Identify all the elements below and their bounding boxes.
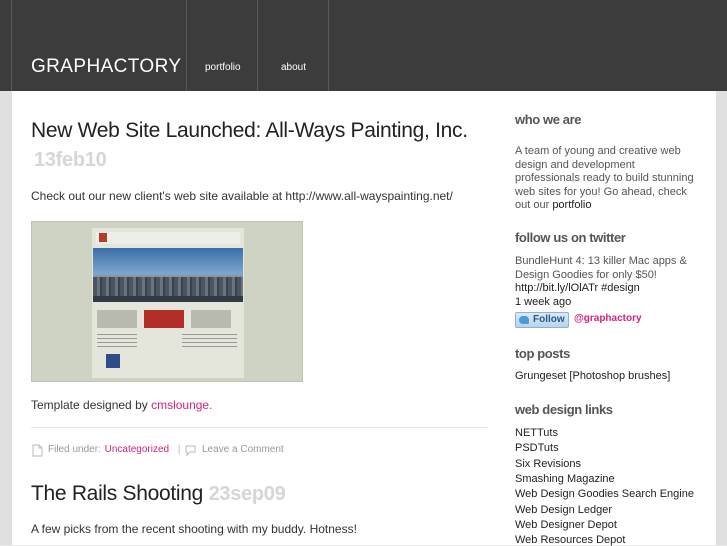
web-link-item[interactable]: Web Resources Depot xyxy=(515,534,625,546)
portfolio-link[interactable]: portfolio xyxy=(552,199,591,211)
leave-comment-link[interactable]: Leave a Comment xyxy=(202,444,284,455)
site-header: GRAPHACTORY portfolio about xyxy=(0,0,727,91)
image-thumb xyxy=(144,310,184,328)
image-thumb xyxy=(191,310,231,328)
post-credit: Template designed by cmslounge. xyxy=(31,398,212,412)
twitter-follow-button[interactable]: Follow xyxy=(515,312,569,328)
header-divider xyxy=(186,0,187,91)
post-title[interactable]: New Web Site Launched: All-Ways Painting… xyxy=(31,119,468,143)
text-line: web sites for you! Go ahead, check xyxy=(515,185,687,198)
text-line: A team of young and creative web xyxy=(515,145,681,157)
nav-about[interactable]: about xyxy=(281,62,306,73)
web-link-item[interactable]: Web Design Ledger xyxy=(515,504,612,516)
post-title-text[interactable]: New Web Site Launched: All-Ways Painting… xyxy=(31,119,468,142)
web-link-item[interactable]: Web Designer Depot xyxy=(515,519,617,531)
web-link-item[interactable]: Smashing Magazine xyxy=(515,473,615,485)
credit-suffix: . xyxy=(209,398,213,412)
web-links-heading: web design links xyxy=(515,402,613,417)
text-line: out our portfolio xyxy=(515,199,694,213)
post-separator xyxy=(31,427,488,428)
post-meta: Filed under: Uncategorized | xyxy=(48,444,185,455)
tweet-line: Design Goodies for only $50! xyxy=(515,268,657,281)
follow-label: Follow xyxy=(533,314,565,325)
image-banner xyxy=(93,296,243,302)
document-icon xyxy=(32,444,43,457)
who-we-are-heading: who we are xyxy=(515,112,582,127)
top-posts-heading: top posts xyxy=(515,346,570,361)
post-date: 23sep09 xyxy=(208,483,286,505)
image-buildings xyxy=(93,277,243,296)
category-link[interactable]: Uncategorized xyxy=(105,444,169,455)
post-image[interactable] xyxy=(31,221,303,382)
image-logo xyxy=(99,233,107,242)
credit-link[interactable]: cmslounge xyxy=(151,398,209,412)
image-text-lines xyxy=(182,334,237,350)
header-divider xyxy=(257,0,258,91)
image-header xyxy=(96,232,240,244)
twitter-bird-icon xyxy=(519,316,529,324)
tweet-text: BundleHunt 4: 13 killer Mac apps & Desig… xyxy=(515,255,687,309)
web-link-item[interactable]: PSDTuts xyxy=(515,442,559,454)
post-body: A few picks from the recent shooting wit… xyxy=(31,522,357,536)
web-link-item[interactable]: NETTuts xyxy=(515,427,558,439)
image-footer-logo xyxy=(106,354,120,368)
site-logo[interactable]: GRAPHACTORY xyxy=(31,56,181,78)
page-margin-right xyxy=(716,91,727,545)
post-body: Check out our new client's web site avai… xyxy=(31,189,453,203)
post-title-text[interactable]: The Rails Shooting xyxy=(31,482,203,505)
text-line: professionals ready to build stunning xyxy=(515,172,694,184)
nav-portfolio[interactable]: portfolio xyxy=(205,62,241,73)
header-divider xyxy=(328,0,329,91)
top-post-link[interactable]: Grungeset [Photoshop brushes] xyxy=(515,370,670,382)
page-margin-left xyxy=(0,91,12,545)
text-prefix: out our xyxy=(515,199,553,211)
post-title-2[interactable]: The Rails Shooting 23sep09 xyxy=(31,482,286,506)
text-line: design and development xyxy=(515,158,635,171)
tweet-line: BundleHunt 4: 13 killer Mac apps & xyxy=(515,255,687,267)
who-we-are-text: A team of young and creative web design … xyxy=(515,145,694,213)
twitter-handle-link[interactable]: @graphactory xyxy=(574,313,642,324)
image-text-lines xyxy=(97,334,137,350)
meta-separator: | xyxy=(177,444,181,455)
web-link-item[interactable]: Web Design Goodies Search Engine xyxy=(515,488,694,500)
filed-under-label: Filed under: xyxy=(48,444,101,455)
comment-icon xyxy=(185,445,196,456)
header-divider xyxy=(11,0,12,91)
tweet-time: 1 week ago xyxy=(515,295,572,308)
web-link-item[interactable]: Six Revisions xyxy=(515,458,581,470)
credit-prefix: Template designed by xyxy=(31,398,152,412)
tweet-link[interactable]: http://bit.ly/lOlATr #design xyxy=(515,282,687,296)
image-thumb xyxy=(97,310,137,328)
post-date: 13feb10 xyxy=(34,149,107,171)
twitter-heading: follow us on twitter xyxy=(515,230,626,245)
